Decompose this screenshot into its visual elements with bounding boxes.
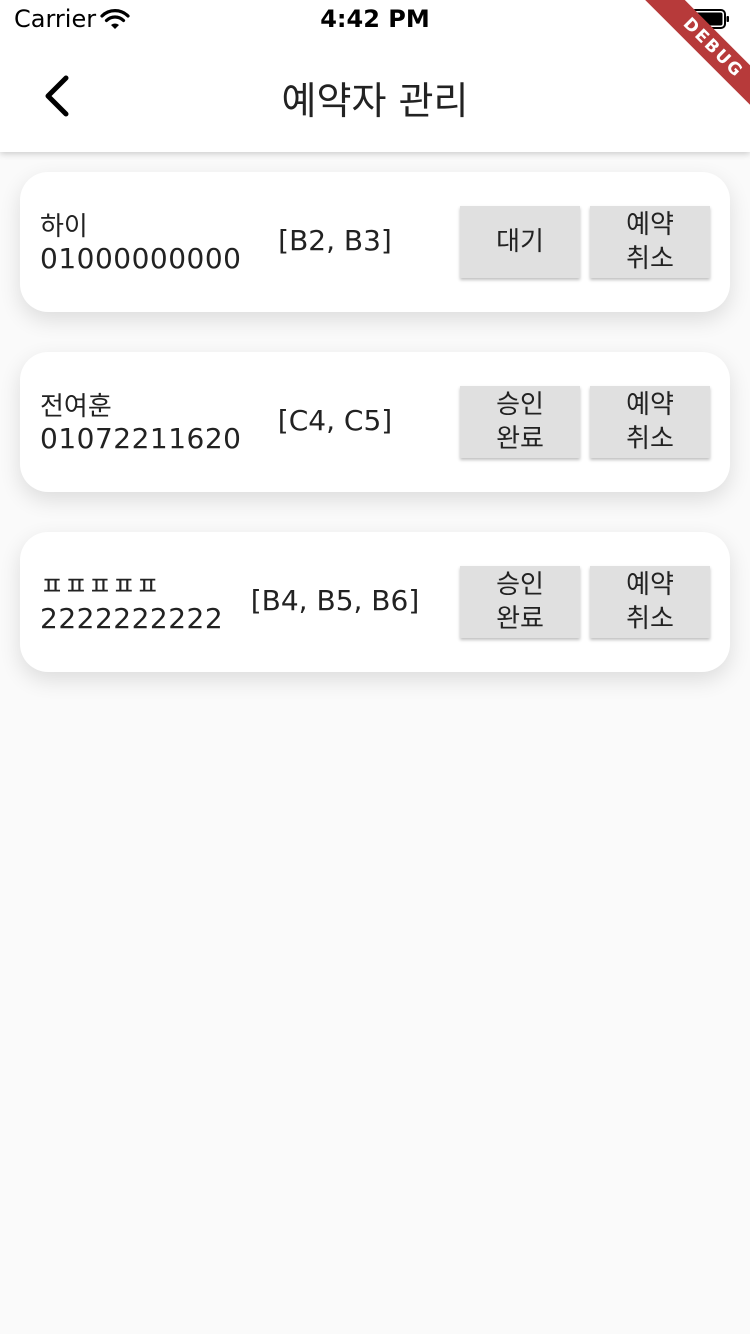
reservation-card: 하이 01000000000 [B2, B3] 대기 예약 취소 xyxy=(20,172,730,312)
status-button[interactable]: 승인 완료 xyxy=(460,566,580,638)
status-button-label: 승인 완료 xyxy=(496,570,544,634)
cancel-reservation-button[interactable]: 예약 취소 xyxy=(590,566,710,638)
reserver-name: ㅍㅍㅍㅍㅍ xyxy=(40,572,160,602)
cancel-reservation-button[interactable]: 예약 취소 xyxy=(590,206,710,278)
page-title: 예약자 관리 xyxy=(281,79,469,123)
app-bar: 예약자 관리 xyxy=(0,40,750,152)
reservation-card: ㅍㅍㅍㅍㅍ 2222222222 [B4, B5, B6] 승인 완료 예약 취… xyxy=(20,532,730,672)
status-button-label: 대기 xyxy=(496,227,544,257)
cancel-reservation-button[interactable]: 예약 취소 xyxy=(590,386,710,458)
reservation-list: 하이 01000000000 [B2, B3] 대기 예약 취소 전여훈 010… xyxy=(20,172,730,712)
reserved-seats: [B2, B3] xyxy=(278,224,392,257)
reserved-seats: [C4, C5] xyxy=(277,404,393,437)
status-bar: Carrier 4:42 PM xyxy=(0,0,750,40)
cancel-button-label: 예약 취소 xyxy=(626,210,674,274)
status-button[interactable]: 승인 완료 xyxy=(460,386,580,458)
reserved-seats: [B4, B5, B6] xyxy=(250,584,420,617)
reserver-phone: 01072211620 xyxy=(40,422,242,455)
cancel-button-label: 예약 취소 xyxy=(626,570,674,634)
clock: 4:42 PM xyxy=(320,5,430,33)
cancel-button-label: 예약 취소 xyxy=(626,390,674,454)
reserver-phone: 2222222222 xyxy=(40,602,224,635)
status-button-label: 승인 완료 xyxy=(496,390,544,454)
status-button[interactable]: 대기 xyxy=(460,206,580,278)
reserver-name: 하이 xyxy=(40,212,88,242)
reserver-phone: 01000000000 xyxy=(40,242,242,275)
reservation-card: 전여훈 01072211620 [C4, C5] 승인 완료 예약 취소 xyxy=(20,352,730,492)
reserver-name: 전여훈 xyxy=(40,392,112,422)
